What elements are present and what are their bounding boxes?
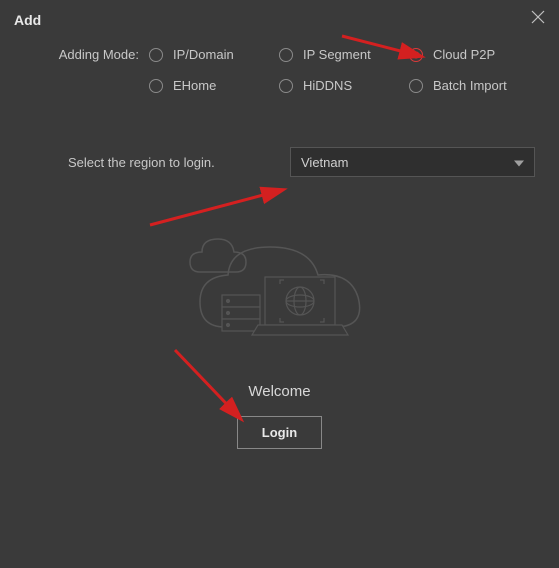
radio-hiddns[interactable]: HiDDNS <box>279 78 409 93</box>
cloud-illustration <box>0 217 559 357</box>
radio-label: Batch Import <box>433 78 507 93</box>
close-icon[interactable] <box>531 10 545 29</box>
radio-icon <box>149 79 163 93</box>
title-bar: Add <box>0 0 559 35</box>
region-value: Vietnam <box>301 155 348 170</box>
radio-icon <box>409 79 423 93</box>
radio-batch-import[interactable]: Batch Import <box>409 78 539 93</box>
radio-label: Cloud P2P <box>433 47 495 62</box>
region-dropdown[interactable]: Vietnam <box>290 147 535 177</box>
radio-label: HiDDNS <box>303 78 352 93</box>
radio-icon <box>149 48 163 62</box>
radio-cloud-p2p[interactable]: Cloud P2P <box>409 47 539 62</box>
window-title: Add <box>14 12 41 28</box>
radio-label: IP Segment <box>303 47 371 62</box>
radio-label: IP/Domain <box>173 47 234 62</box>
adding-mode-label: Adding Mode: <box>20 47 149 62</box>
chevron-down-icon <box>514 155 524 170</box>
welcome-text: Welcome <box>0 383 559 400</box>
adding-mode-section: Adding Mode: IP/Domain IP Segment Cloud … <box>0 35 559 93</box>
radio-icon <box>279 79 293 93</box>
region-section: Select the region to login. Vietnam <box>0 147 559 177</box>
radio-ip-domain[interactable]: IP/Domain <box>149 47 279 62</box>
radio-ip-segment[interactable]: IP Segment <box>279 47 409 62</box>
login-button[interactable]: Login <box>237 416 322 449</box>
welcome-section: Welcome Login <box>0 383 559 449</box>
region-label: Select the region to login. <box>20 155 290 170</box>
radio-icon <box>409 48 423 62</box>
radio-icon <box>279 48 293 62</box>
radio-label: EHome <box>173 78 216 93</box>
radio-ehome[interactable]: EHome <box>149 78 279 93</box>
